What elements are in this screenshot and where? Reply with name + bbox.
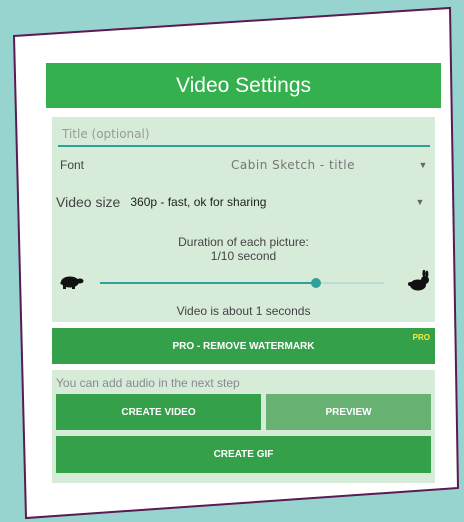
dropdown-caret-icon: ▼ (418, 160, 428, 170)
pro-badge: PRO (412, 333, 430, 342)
rabbit-icon (407, 269, 431, 297)
video-size-value: 360p - fast, ok for sharing (130, 195, 267, 209)
duration-value: 1/10 second (210, 249, 277, 263)
slider-thumb[interactable] (310, 278, 321, 288)
preview-button[interactable]: PREVIEW (266, 394, 431, 430)
page-title: Video Settings (46, 63, 441, 108)
slider-fill (100, 282, 316, 284)
video-size-label: Video size (56, 194, 121, 210)
font-label: Font (60, 158, 85, 172)
duration-estimate: Video is about 1 seconds (176, 304, 311, 318)
create-section: You can add audio in the next step CREAT… (52, 370, 435, 483)
video-size-select[interactable]: Video size 360p - fast, ok for sharing ▼ (52, 188, 435, 216)
audio-hint: You can add audio in the next step (56, 376, 240, 390)
turtle-icon (58, 274, 84, 295)
video-settings-panel: Video Settings Font Cabin Sketch - title… (46, 63, 441, 483)
title-input[interactable] (58, 125, 430, 147)
font-select[interactable]: Font Cabin Sketch - title ▼ (60, 155, 430, 175)
remove-watermark-label: PRO - REMOVE WATERMARK (172, 340, 315, 352)
duration-title: Duration of each picture: (178, 235, 309, 249)
remove-watermark-button[interactable]: PRO - REMOVE WATERMARK PRO (52, 328, 435, 364)
duration-slider[interactable] (100, 278, 384, 288)
dropdown-caret-icon: ▼ (415, 197, 425, 207)
duration-section: Duration of each picture: 1/10 second Vi… (52, 224, 435, 322)
create-gif-button[interactable]: CREATE GIF (56, 436, 431, 473)
create-video-button[interactable]: CREATE VIDEO (56, 394, 261, 430)
font-value: Cabin Sketch - title (231, 158, 355, 172)
